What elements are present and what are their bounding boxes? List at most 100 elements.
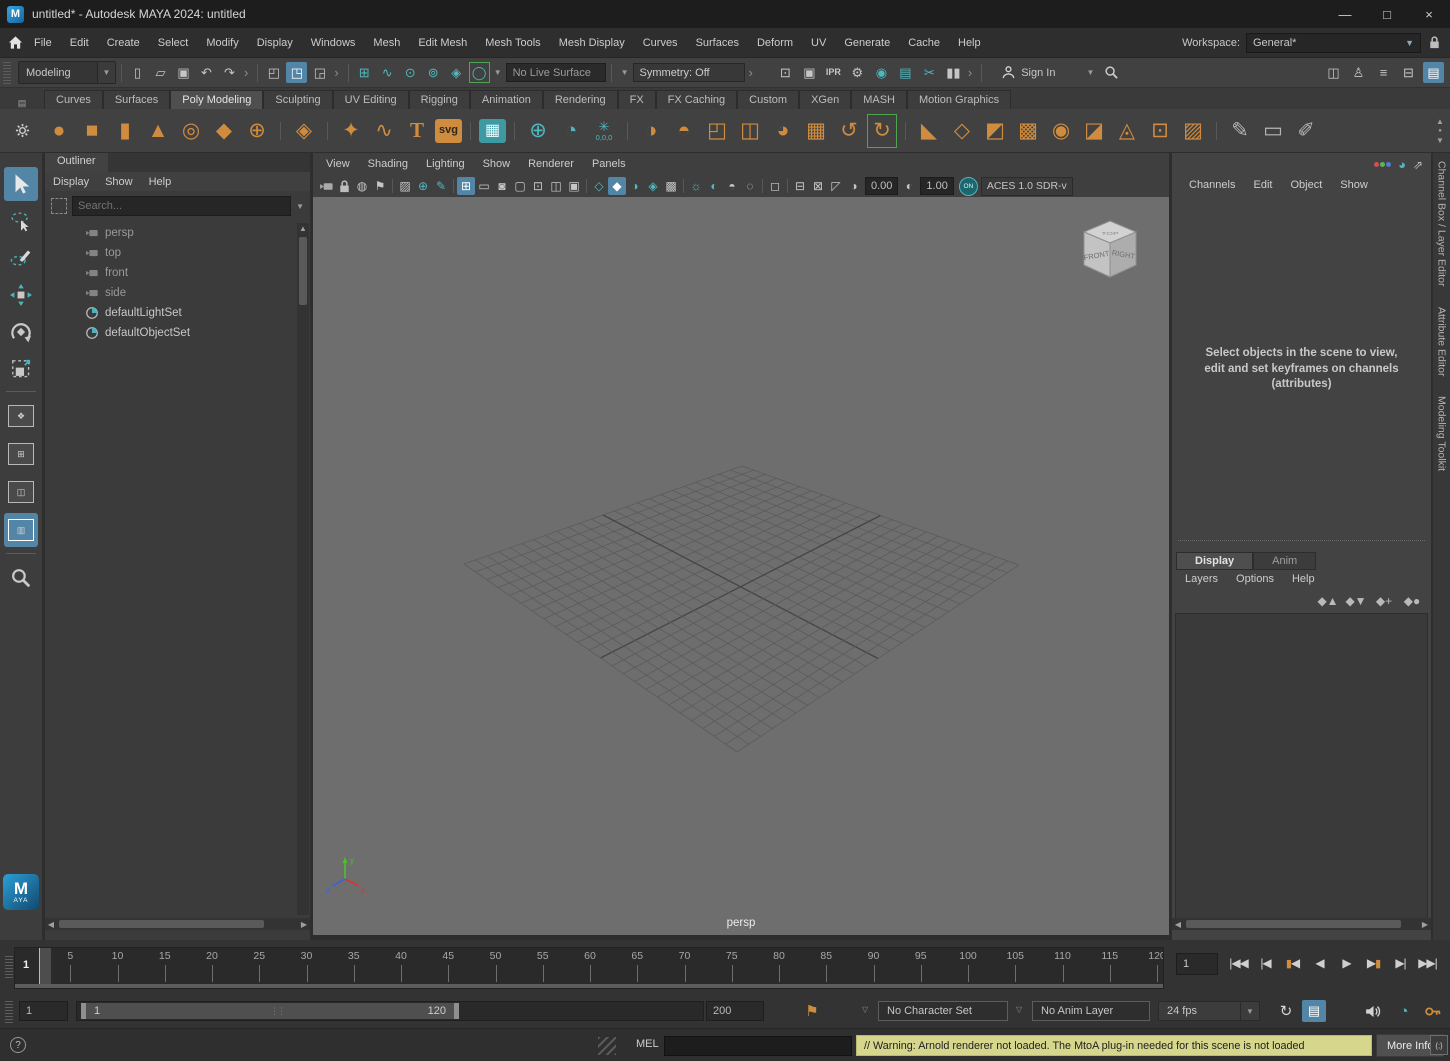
- shelf-tab-fx-caching[interactable]: FX Caching: [656, 90, 737, 109]
- poly-cylinder-icon[interactable]: ▮: [110, 114, 140, 148]
- outliner-hscrollbar[interactable]: ◀ ▶: [45, 918, 310, 930]
- command-line-grip[interactable]: [598, 1037, 616, 1055]
- film-gate-icon[interactable]: ▭: [475, 177, 493, 195]
- xray-active-icon[interactable]: ⊠: [809, 177, 827, 195]
- crease-set-editor-icon[interactable]: ▭: [1258, 114, 1288, 148]
- symmetry-field[interactable]: Symmetry: Off: [633, 63, 745, 82]
- panel-divider[interactable]: [1178, 540, 1425, 541]
- bridge-icon[interactable]: ◇: [947, 114, 977, 148]
- 2d-pan-zoom-icon[interactable]: ⊕: [414, 177, 432, 195]
- spin-edge-backward-icon[interactable]: ↺: [834, 114, 864, 148]
- snap-to-grid-icon[interactable]: ⊞: [354, 62, 375, 83]
- go-to-start-button[interactable]: |◀◀: [1226, 950, 1251, 976]
- range-drag-dots[interactable]: ⋮⋮: [270, 1006, 284, 1017]
- paint-selection-tool-icon[interactable]: [4, 241, 38, 275]
- rangebar-grip[interactable]: [5, 1001, 13, 1023]
- gamma-field[interactable]: 1.00: [920, 177, 953, 195]
- range-track[interactable]: 1 ⋮⋮ 120: [76, 1001, 704, 1021]
- extrude-icon[interactable]: ◩: [980, 114, 1010, 148]
- viewport-menu-renderer[interactable]: Renderer: [519, 158, 583, 170]
- render-setup-icon[interactable]: ▤: [895, 62, 916, 83]
- make-live-icon[interactable]: ◯: [469, 62, 490, 83]
- viewport-canvas[interactable]: TOP FRONT RIGHT y x z persp: [313, 197, 1169, 935]
- symmetrize-icon[interactable]: ⊡: [1145, 114, 1175, 148]
- outliner-menu-help[interactable]: Help: [141, 176, 180, 188]
- channel-menu-show[interactable]: Show: [1331, 179, 1377, 191]
- gear-icon[interactable]: [0, 123, 44, 138]
- select-component-icon[interactable]: ◲: [309, 62, 330, 83]
- maximize-button[interactable]: □: [1366, 0, 1408, 28]
- range-end-handle[interactable]: [454, 1003, 459, 1019]
- lock-camera-icon[interactable]: [335, 177, 353, 195]
- minimize-button[interactable]: —: [1324, 0, 1366, 28]
- fps-selector[interactable]: 24 fps ▼: [1158, 1001, 1260, 1021]
- menu-mesh[interactable]: Mesh: [364, 37, 409, 49]
- shelf-tab-rendering[interactable]: Rendering: [543, 90, 618, 109]
- render-settings-icon[interactable]: ⚙: [847, 62, 868, 83]
- character-controls-icon[interactable]: ♙: [1348, 62, 1369, 83]
- textured-mode-icon[interactable]: ◑: [626, 177, 644, 195]
- poly-plane-icon[interactable]: ◆: [209, 114, 239, 148]
- outliner-search-input[interactable]: [72, 196, 291, 216]
- scroll-up-icon[interactable]: ▲: [299, 223, 307, 235]
- expander-icon[interactable]: ›: [749, 65, 753, 80]
- freeze-transformations-icon[interactable]: ✳0,0,0: [589, 114, 619, 148]
- grid-toggle-icon[interactable]: ⊞: [457, 177, 475, 195]
- undo-icon[interactable]: ↶: [196, 62, 217, 83]
- spin-edge-forward-icon[interactable]: ↻: [867, 114, 897, 148]
- channel-menu-object[interactable]: Object: [1281, 179, 1331, 191]
- poly-sphere-icon[interactable]: ●: [44, 114, 74, 148]
- playback-range[interactable]: 1 ⋮⋮ 120: [81, 1003, 459, 1019]
- move-tool-icon[interactable]: [4, 278, 38, 312]
- light-editor-icon[interactable]: ✂: [919, 62, 940, 83]
- move-layer-down-icon[interactable]: ◆▼: [1347, 593, 1365, 609]
- combine-icon[interactable]: ◓: [669, 114, 699, 148]
- layer-menu-layers[interactable]: Layers: [1176, 573, 1227, 585]
- loop-playback-icon[interactable]: ↻: [1274, 1000, 1298, 1022]
- chevron-down-icon[interactable]: ▽: [862, 1005, 868, 1014]
- safe-action-icon[interactable]: ◫: [547, 177, 565, 195]
- menu-curves[interactable]: Curves: [634, 37, 687, 49]
- new-scene-icon[interactable]: ▯: [127, 62, 148, 83]
- gate-mask-icon[interactable]: ▢: [511, 177, 529, 195]
- menu-display[interactable]: Display: [248, 37, 302, 49]
- step-back-frame-button[interactable]: |◀: [1253, 950, 1278, 976]
- side-tab-modeling-toolkit[interactable]: Modeling Toolkit: [1436, 396, 1448, 471]
- snap-to-projected-center-icon[interactable]: ⊚: [423, 62, 444, 83]
- select-camera-icon[interactable]: [317, 177, 335, 195]
- scroll-left-icon[interactable]: ◀: [1172, 920, 1184, 929]
- poly-torus-icon[interactable]: ◎: [176, 114, 206, 148]
- live-surface-field[interactable]: No Live Surface: [506, 63, 606, 82]
- channel-display-mode-icon[interactable]: [1374, 162, 1391, 167]
- select-object-icon[interactable]: ◳: [286, 62, 307, 83]
- two-pane-layout-button[interactable]: ◫: [4, 475, 38, 509]
- warning-message[interactable]: // Warning: Arnold renderer not loaded. …: [856, 1035, 1372, 1056]
- exposure-field[interactable]: 0.00: [865, 177, 898, 195]
- menu-surfaces[interactable]: Surfaces: [687, 37, 748, 49]
- shelf-tab-fx[interactable]: FX: [618, 90, 656, 109]
- menu-generate[interactable]: Generate: [835, 37, 899, 49]
- step-forward-frame-button[interactable]: ▶|: [1388, 950, 1413, 976]
- chevron-down-icon[interactable]: ▼: [621, 68, 629, 77]
- zoom-tool-icon[interactable]: [4, 561, 38, 595]
- isolate-select-icon[interactable]: ◻: [766, 177, 784, 195]
- command-line-input[interactable]: [664, 1036, 852, 1056]
- animation-start-field[interactable]: [19, 1001, 68, 1021]
- toolbar-grip[interactable]: [3, 62, 11, 84]
- layer-menu-help[interactable]: Help: [1283, 573, 1324, 585]
- expander-icon[interactable]: ›: [244, 65, 248, 80]
- shadows-icon[interactable]: ◐: [705, 177, 723, 195]
- new-empty-layer-icon[interactable]: ◆+: [1375, 593, 1393, 609]
- shelf-menu-icon[interactable]: ▤: [0, 98, 44, 109]
- poly-disc-icon[interactable]: ⊕: [242, 114, 272, 148]
- separate-icon[interactable]: ◰: [702, 114, 732, 148]
- new-layer-from-selected-icon[interactable]: ◆●: [1403, 593, 1421, 609]
- crease-tool-icon[interactable]: ✎: [1225, 114, 1255, 148]
- resolution-gate-icon[interactable]: ◙: [493, 177, 511, 195]
- outliner-persp-layout-button[interactable]: ▥: [4, 513, 38, 547]
- menu-set-selector[interactable]: Modeling ▼: [18, 61, 116, 84]
- snap-to-curve-icon[interactable]: ∿: [377, 62, 398, 83]
- ipr-render-icon[interactable]: IPR: [823, 62, 844, 83]
- timeslider-grip[interactable]: [5, 956, 13, 978]
- snap-to-point-icon[interactable]: ⊙: [400, 62, 421, 83]
